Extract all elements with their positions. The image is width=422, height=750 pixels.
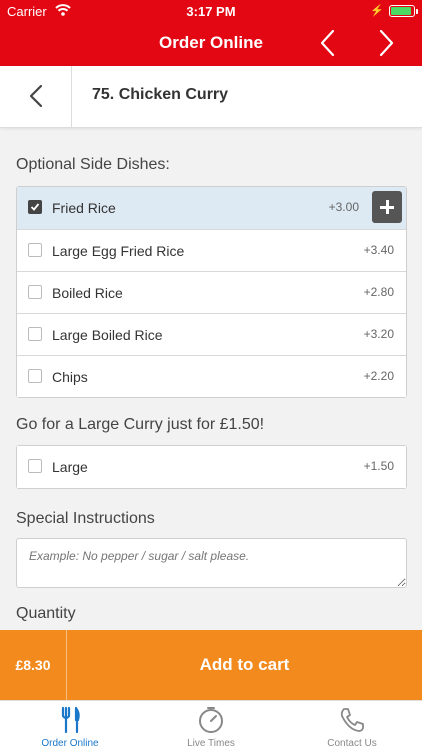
- check-icon: [30, 203, 40, 211]
- large-curry-heading: Go for a Large Curry just for £1.50!: [16, 416, 265, 433]
- checkbox[interactable]: [28, 459, 42, 473]
- clock: 3:17 PM: [186, 4, 236, 19]
- checkbox[interactable]: [28, 327, 42, 341]
- add-option-button[interactable]: [372, 191, 402, 223]
- option-price: +2.20: [363, 369, 394, 383]
- instructions-field[interactable]: [16, 538, 407, 588]
- tab-label: Live Times: [187, 738, 235, 749]
- item-title: 75. Chicken Curry: [92, 86, 229, 103]
- tab-live-times[interactable]: Live Times: [141, 701, 281, 750]
- large-curry-list: Large +1.50: [16, 445, 407, 489]
- tab-contact-us[interactable]: Contact Us: [282, 701, 422, 750]
- next-item-button[interactable]: [371, 28, 401, 58]
- option-price: +3.20: [363, 327, 394, 341]
- timer-icon: [199, 707, 223, 733]
- option-row-large-egg-fried-rice[interactable]: Large Egg Fried Rice +3.40: [17, 229, 406, 271]
- checkbox-checked[interactable]: [28, 200, 42, 214]
- add-to-cart-button[interactable]: Add to cart: [67, 630, 422, 700]
- option-price: +3.40: [363, 243, 394, 257]
- cutlery-icon: [61, 706, 80, 734]
- tab-label: Order Online: [41, 738, 99, 749]
- option-price: +1.50: [363, 459, 394, 473]
- option-label: Large Egg Fried Rice: [52, 243, 185, 259]
- option-price: +2.80: [363, 285, 394, 299]
- previous-item-button[interactable]: [313, 28, 343, 58]
- item-title-bar: 75. Chicken Curry: [0, 66, 422, 128]
- checkbox[interactable]: [28, 369, 42, 383]
- phone-icon: [340, 708, 364, 732]
- quantity-heading: Quantity: [16, 605, 76, 622]
- cart-bar: £8.30 Add to cart: [0, 630, 422, 700]
- app-header: Carrier 3:17 PM ⚡ Order Online: [0, 0, 422, 66]
- chevron-left-icon: [320, 29, 335, 57]
- option-label: Chips: [52, 369, 88, 385]
- option-row-fried-rice[interactable]: Fried Rice +3.00: [17, 187, 406, 229]
- page-title: Order Online: [159, 33, 263, 52]
- charging-icon: ⚡: [370, 5, 384, 17]
- option-row-boiled-rice[interactable]: Boiled Rice +2.80: [17, 271, 406, 313]
- checkbox[interactable]: [28, 243, 42, 257]
- chevron-left-icon: [29, 84, 43, 108]
- instructions-heading: Special Instructions: [16, 510, 155, 527]
- tab-bar: Order Online Live Times Contact Us: [0, 700, 422, 750]
- option-row-large-boiled-rice[interactable]: Large Boiled Rice +3.20: [17, 313, 406, 355]
- option-price: +3.00: [328, 200, 359, 214]
- side-dishes-heading: Optional Side Dishes:: [16, 156, 170, 173]
- status-bar: Carrier 3:17 PM ⚡: [0, 0, 422, 22]
- battery-icon: [389, 5, 418, 17]
- checkbox[interactable]: [28, 285, 42, 299]
- option-label: Large Boiled Rice: [52, 327, 163, 343]
- option-label: Fried Rice: [52, 200, 116, 216]
- tab-order-online[interactable]: Order Online: [0, 701, 140, 750]
- back-button[interactable]: [0, 66, 72, 127]
- tab-label: Contact Us: [327, 738, 377, 749]
- chevron-right-icon: [379, 29, 394, 57]
- option-row-large[interactable]: Large +1.50: [17, 446, 406, 488]
- side-dishes-list: Fried Rice +3.00 Large Egg Fried Rice +3…: [16, 186, 407, 398]
- option-label: Boiled Rice: [52, 285, 123, 301]
- cart-total: £8.30: [0, 630, 67, 700]
- option-row-chips[interactable]: Chips +2.20: [17, 355, 406, 397]
- option-label: Large: [52, 459, 88, 475]
